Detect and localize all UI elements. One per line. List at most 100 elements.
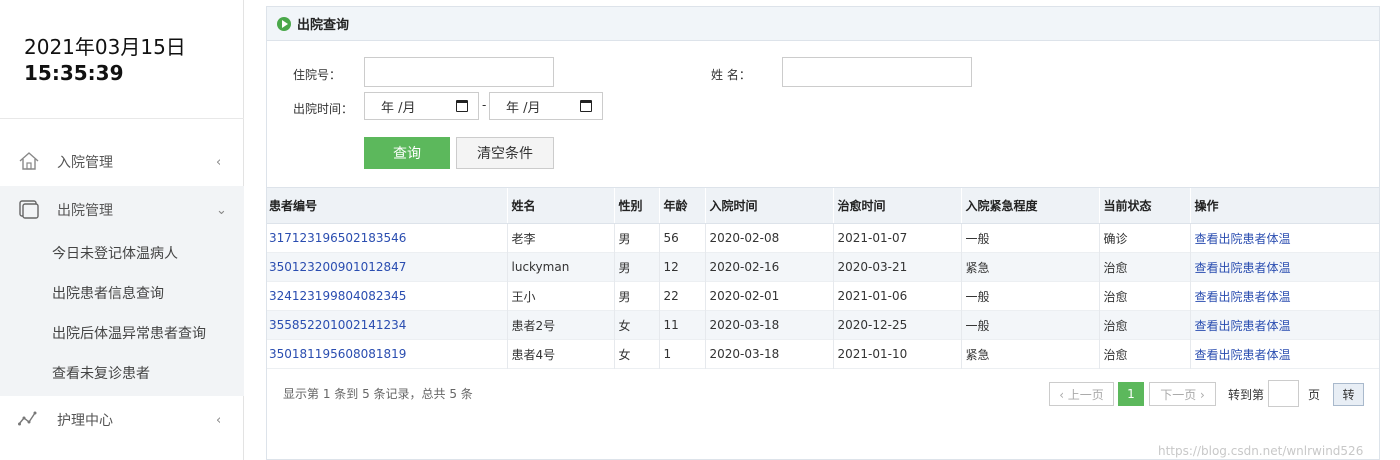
col-gender[interactable]: 性别 [613, 187, 659, 224]
view-temperature-link[interactable]: 查看出院患者体温 [1189, 281, 1379, 311]
cell-status: 治愈 [1098, 252, 1190, 282]
cell-age: 56 [658, 223, 705, 253]
discharge-submenu: 今日未登记体温病人 出院患者信息查询 出院后体温异常患者查询 查看未复诊患者 [0, 234, 244, 396]
menu-discharge[interactable]: 出院管理 ⌄ [0, 186, 244, 234]
pagination-info: 显示第 1 条到 5 条记录，总共 5 条 [283, 387, 473, 401]
cell-status: 治愈 [1098, 339, 1190, 369]
calendar-icon[interactable] [456, 100, 468, 112]
panel-title: 出院查询 [297, 18, 350, 33]
table-row: 355852201002141234 患者2号 女 11 2020-03-18 … [267, 310, 1379, 340]
calendar-icon[interactable] [580, 100, 592, 112]
table-row: 350181195608081819 患者4号 女 1 2020-03-18 2… [267, 339, 1379, 369]
submenu-unregistered-temp[interactable]: 今日未登记体温病人 [0, 234, 244, 274]
cell-status: 治愈 [1098, 281, 1190, 311]
patient-id-link[interactable]: 317123196502183546 [267, 224, 507, 253]
discharge-time-label: 出院时间： [293, 102, 354, 116]
clock: 2021年03月15日 15:35:39 [24, 34, 186, 86]
menu-admission[interactable]: 入院管理 ‹ [0, 138, 244, 186]
col-actions: 操作 [1189, 187, 1379, 224]
sidebar: 2021年03月15日 15:35:39 入院管理 ‹ 出院管理 ⌄ 今日未登记… [0, 0, 244, 460]
menu-discharge-label: 出院管理 [57, 203, 113, 219]
cell-gender: 男 [613, 281, 659, 311]
view-temperature-link[interactable]: 查看出院患者体温 [1189, 310, 1379, 340]
cell-cure-time: 2020-03-21 [832, 252, 961, 282]
goto-page-button[interactable]: 转 [1333, 383, 1364, 406]
col-name[interactable]: 姓名 [506, 187, 614, 224]
table-row: 324123199804082345 王小 男 22 2020-02-01 20… [267, 281, 1379, 311]
col-cure-time[interactable]: 治愈时间 [832, 187, 961, 224]
cell-cure-time: 2021-01-10 [832, 339, 961, 369]
window-icon [19, 200, 39, 219]
menu-admission-label: 入院管理 [57, 155, 113, 171]
submenu-no-followup[interactable]: 查看未复诊患者 [0, 354, 244, 394]
cell-admission-time: 2020-02-08 [704, 223, 833, 253]
sidebar-menu: 入院管理 ‹ 出院管理 ⌄ 今日未登记体温病人 出院患者信息查询 出院后体温异常… [0, 138, 244, 444]
col-patient-id[interactable]: 患者编号 [267, 187, 507, 224]
cell-cure-time: 2021-01-06 [832, 281, 961, 311]
discharge-query-panel: 出院查询 住院号： 姓 名： 出院时间： 年 /月 - 年 /月 查询 清空条件… [266, 6, 1380, 460]
goto-page-input[interactable] [1268, 380, 1299, 407]
submenu-abnormal-temp-query[interactable]: 出院后体温异常患者查询 [0, 314, 244, 354]
watermark: https://blog.csdn.net/wnlrwind526 [1158, 444, 1364, 458]
chevron-left-icon: ‹ [216, 412, 222, 428]
cell-urgency: 一般 [960, 310, 1099, 340]
inpatient-no-input[interactable] [364, 57, 554, 87]
view-temperature-link[interactable]: 查看出院患者体温 [1189, 339, 1379, 369]
chevron-down-icon: ⌄ [216, 202, 227, 218]
cell-age: 12 [658, 252, 705, 282]
sidebar-divider [0, 118, 244, 119]
page-1-button[interactable]: 1 [1118, 382, 1144, 406]
cell-age: 1 [658, 339, 705, 369]
clear-conditions-button[interactable]: 清空条件 [456, 137, 554, 169]
date-to-input[interactable]: 年 /月 [489, 92, 603, 120]
chevron-left-icon: ‹ [216, 154, 222, 170]
cell-admission-time: 2020-03-18 [704, 339, 833, 369]
date-to-value: 年 /月 [506, 100, 541, 116]
col-age[interactable]: 年龄 [658, 187, 705, 224]
col-status[interactable]: 当前状态 [1098, 187, 1190, 224]
cell-name: 老李 [506, 223, 614, 253]
submenu-discharge-info-query[interactable]: 出院患者信息查询 [0, 274, 244, 314]
patient-id-link[interactable]: 350181195608081819 [267, 340, 507, 369]
cell-gender: 男 [613, 252, 659, 282]
house-icon [19, 152, 39, 170]
cell-name: 患者2号 [506, 310, 614, 340]
prev-page-button[interactable]: ‹ 上一页 [1049, 382, 1114, 406]
col-admission-time[interactable]: 入院时间 [704, 187, 833, 224]
menu-nursing-center[interactable]: 护理中心 ‹ [0, 396, 244, 444]
date-separator: - [482, 98, 487, 112]
query-button[interactable]: 查询 [364, 137, 450, 169]
play-circle-icon [277, 16, 291, 31]
table-header-row: 患者编号 姓名 性别 年龄 入院时间 治愈时间 入院紧急程度 当前状态 操作 [267, 187, 1379, 224]
next-page-button[interactable]: 下一页 › [1149, 382, 1216, 406]
page-unit-label: 页 [1308, 388, 1321, 402]
cell-cure-time: 2020-12-25 [832, 310, 961, 340]
inpatient-no-label: 住院号： [293, 68, 342, 82]
date-from-value: 年 /月 [381, 100, 416, 116]
panel-header: 出院查询 [267, 7, 1379, 41]
menu-nursing-label: 护理中心 [57, 413, 113, 429]
patient-id-link[interactable]: 350123200901012847 [267, 253, 507, 282]
view-temperature-link[interactable]: 查看出院患者体温 [1189, 223, 1379, 253]
cell-status: 确诊 [1098, 223, 1190, 253]
pulse-line-icon [18, 411, 37, 426]
col-urgency[interactable]: 入院紧急程度 [960, 187, 1099, 224]
view-temperature-link[interactable]: 查看出院患者体温 [1189, 252, 1379, 282]
cell-cure-time: 2021-01-07 [832, 223, 961, 253]
cell-name: luckyman [506, 252, 614, 282]
goto-label: 转到第 [1228, 388, 1265, 402]
cell-name: 王小 [506, 281, 614, 311]
cell-age: 11 [658, 310, 705, 340]
cell-age: 22 [658, 281, 705, 311]
cell-name: 患者4号 [506, 339, 614, 369]
cell-admission-time: 2020-02-16 [704, 252, 833, 282]
cell-gender: 女 [613, 310, 659, 340]
name-label: 姓 名： [711, 68, 751, 82]
patient-id-link[interactable]: 355852201002141234 [267, 311, 507, 340]
patient-id-link[interactable]: 324123199804082345 [267, 282, 507, 311]
name-input[interactable] [782, 57, 972, 87]
cell-urgency: 一般 [960, 223, 1099, 253]
cell-urgency: 紧急 [960, 339, 1099, 369]
cell-urgency: 紧急 [960, 252, 1099, 282]
date-from-input[interactable]: 年 /月 [364, 92, 479, 120]
